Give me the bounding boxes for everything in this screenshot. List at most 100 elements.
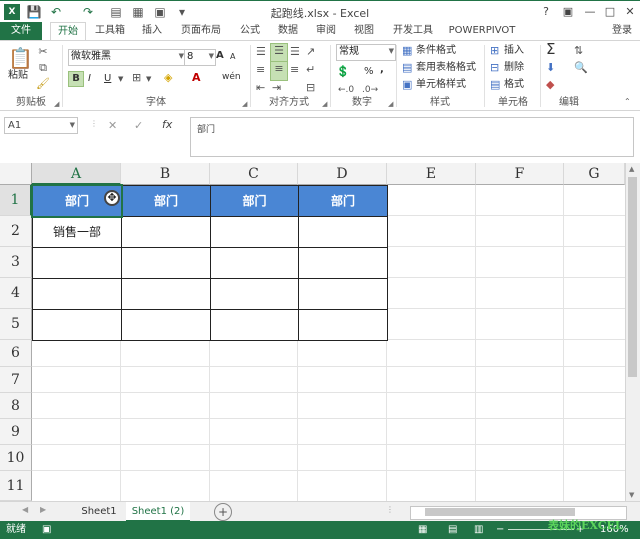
align-right-icon[interactable]: ≡	[290, 63, 299, 77]
cell-styles-icon[interactable]: ▣	[402, 78, 412, 92]
font-launcher-icon[interactable]: ◢	[242, 100, 247, 108]
find-select-icon[interactable]: 🔍	[574, 61, 588, 75]
cell-c2[interactable]	[210, 216, 299, 248]
cell-b3[interactable]	[121, 247, 211, 279]
row-header-8[interactable]: 8	[0, 393, 32, 419]
sign-in-link[interactable]: 登录	[612, 22, 632, 40]
column-header-g[interactable]: G	[564, 163, 625, 185]
cell-b1[interactable]: 部门	[121, 185, 211, 217]
delete-cells-button[interactable]: 删除	[504, 61, 524, 75]
phonetic-button[interactable]: wén	[222, 70, 241, 84]
format-painter-icon[interactable]: 🖌	[36, 77, 50, 91]
close-button[interactable]: ✕	[620, 4, 640, 20]
formula-input[interactable]: 部门	[190, 117, 634, 157]
clear-icon[interactable]: ◆	[546, 78, 554, 92]
number-format-combo[interactable]: 常规 ▼	[336, 44, 396, 61]
tab-page-layout[interactable]: 页面布局	[174, 22, 228, 40]
page-break-view-icon[interactable]: ▥	[474, 521, 483, 539]
tab-toolbox[interactable]: 工具箱	[90, 22, 130, 40]
underline-button[interactable]: U	[104, 72, 111, 86]
enter-formula-button[interactable]: ✓	[134, 119, 143, 132]
cell-d1[interactable]: 部门	[298, 185, 388, 217]
comma-button[interactable]: ,	[380, 63, 384, 77]
chevron-down-icon[interactable]: ▼	[146, 72, 151, 86]
currency-icon[interactable]: 💲	[336, 65, 350, 79]
borders-icon[interactable]: ⊞	[132, 71, 141, 85]
column-header-e[interactable]: E	[387, 163, 476, 185]
insert-function-button[interactable]: fx	[162, 118, 172, 131]
cell-styles-button[interactable]: 单元格样式	[416, 78, 466, 92]
column-header-b[interactable]: B	[121, 163, 210, 185]
font-size-combo[interactable]: 8 ▼	[184, 49, 216, 66]
percent-button[interactable]: %	[364, 65, 374, 79]
align-left-icon[interactable]: ≡	[256, 63, 265, 77]
tab-powerpivot[interactable]: POWERPIVOT	[444, 22, 520, 40]
paste-icon[interactable]: 📋	[8, 45, 33, 71]
align-center-icon[interactable]: ≡	[270, 61, 288, 81]
minimize-button[interactable]: —	[580, 4, 600, 20]
grow-font-button[interactable]: A	[216, 49, 224, 63]
row-header-10[interactable]: 10	[0, 445, 32, 471]
conditional-format-button[interactable]: 条件格式	[416, 44, 456, 58]
normal-view-icon[interactable]: ▦	[418, 521, 427, 539]
autosum-button[interactable]: Σ	[546, 42, 555, 57]
fill-icon[interactable]: ⬇	[546, 61, 555, 75]
copy-icon[interactable]: ⧉	[36, 61, 50, 75]
collapse-ribbon-icon[interactable]: ⌃	[624, 95, 631, 109]
cancel-formula-button[interactable]: ✕	[108, 119, 117, 132]
number-launcher-icon[interactable]: ◢	[388, 100, 393, 108]
scroll-thumb[interactable]	[425, 508, 575, 516]
scroll-prev-sheet-icon[interactable]: ◀	[22, 505, 28, 514]
clipboard-launcher-icon[interactable]: ◢	[54, 100, 59, 108]
cell-a3[interactable]	[32, 247, 122, 279]
row-header-5[interactable]: 5	[0, 309, 32, 340]
insert-cells-icon[interactable]: ⊞	[490, 44, 499, 58]
italic-button[interactable]: I	[88, 72, 91, 86]
tab-data[interactable]: 数据	[272, 22, 304, 40]
tab-formulas[interactable]: 公式	[234, 22, 266, 40]
orientation-icon[interactable]: ↗	[306, 45, 315, 59]
cell-a4[interactable]	[32, 278, 122, 310]
column-header-c[interactable]: C	[210, 163, 298, 185]
cell-b4[interactable]	[121, 278, 211, 310]
tab-file[interactable]: 文件	[0, 22, 42, 40]
scroll-next-sheet-icon[interactable]: ▶	[40, 505, 46, 514]
cell-d5[interactable]	[298, 309, 388, 341]
column-header-f[interactable]: F	[476, 163, 564, 185]
row-header-3[interactable]: 3	[0, 247, 32, 278]
align-bottom-icon[interactable]: ☰	[290, 45, 300, 59]
alignment-launcher-icon[interactable]: ◢	[322, 100, 327, 108]
chevron-down-icon[interactable]: ▼	[70, 118, 75, 133]
tab-home[interactable]: 开始	[50, 22, 86, 41]
cell-b5[interactable]	[121, 309, 211, 341]
align-top-icon[interactable]: ☰	[256, 45, 266, 59]
tab-review[interactable]: 审阅	[310, 22, 342, 40]
sheet-tab-sheet1[interactable]: Sheet1	[76, 502, 122, 522]
cell-c3[interactable]	[210, 247, 299, 279]
zoom-out-icon[interactable]: −	[496, 521, 504, 539]
cell-d2[interactable]	[298, 216, 388, 248]
chevron-down-icon[interactable]: ▼	[118, 72, 123, 86]
vertical-scrollbar[interactable]: ▲ ▼	[625, 163, 640, 501]
row-header-4[interactable]: 4	[0, 278, 32, 309]
column-header-d[interactable]: D	[298, 163, 387, 185]
sort-filter-icon[interactable]: ⇅	[574, 44, 583, 58]
cell-a5[interactable]	[32, 309, 122, 341]
sheet-tab-sheet1-2[interactable]: Sheet1 (2)	[126, 502, 190, 522]
paste-button[interactable]: 粘贴	[8, 69, 28, 83]
ribbon-display-icon[interactable]: ▣	[558, 4, 578, 20]
font-name-combo[interactable]: 微软雅黑 ▼	[68, 49, 186, 66]
format-cells-icon[interactable]: ▤	[490, 78, 500, 92]
row-header-6[interactable]: 6	[0, 340, 32, 367]
macro-record-icon[interactable]: ▣	[42, 521, 51, 539]
scroll-down-icon[interactable]: ▼	[629, 491, 634, 499]
fill-color-icon[interactable]: ◈	[164, 71, 172, 85]
row-header-9[interactable]: 9	[0, 419, 32, 445]
tab-view[interactable]: 视图	[348, 22, 380, 40]
scroll-thumb[interactable]	[628, 177, 637, 377]
tab-insert[interactable]: 插入	[136, 22, 168, 40]
font-color-icon[interactable]: A	[192, 71, 201, 85]
cell-d4[interactable]	[298, 278, 388, 310]
conditional-format-icon[interactable]: ▦	[402, 44, 412, 58]
name-box[interactable]: A1 ▼	[4, 117, 78, 134]
